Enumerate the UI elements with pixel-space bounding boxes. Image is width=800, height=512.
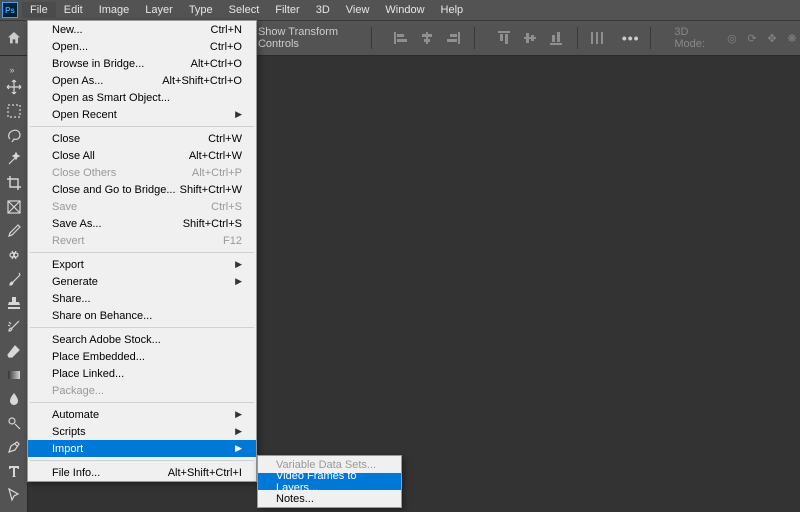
path-select-tool-icon[interactable]: [2, 484, 26, 506]
file-menu-generate[interactable]: Generate▶: [28, 273, 256, 290]
3d-mode-label: 3D Mode:: [674, 26, 714, 50]
more-options-icon[interactable]: •••: [622, 30, 640, 46]
menu-help[interactable]: Help: [433, 2, 472, 18]
gradient-tool-icon[interactable]: [2, 364, 26, 386]
menu-view[interactable]: View: [338, 2, 378, 18]
align-left-icon[interactable]: [390, 27, 412, 49]
orbit-icon[interactable]: ◎: [724, 30, 740, 46]
roll-icon[interactable]: ⟳: [744, 30, 760, 46]
stamp-tool-icon[interactable]: [2, 292, 26, 314]
divider: [650, 27, 651, 49]
file-menu-place-linked[interactable]: Place Linked...: [28, 365, 256, 382]
menu-type[interactable]: Type: [181, 2, 221, 18]
file-menu-import[interactable]: Import▶: [28, 440, 256, 457]
wand-tool-icon[interactable]: [2, 148, 26, 170]
file-menu-share[interactable]: Share...: [28, 290, 256, 307]
pen-tool-icon[interactable]: [2, 436, 26, 458]
file-menu-revert: RevertF12: [28, 232, 256, 249]
home-icon[interactable]: [4, 26, 24, 50]
file-menu-share-on-behance[interactable]: Share on Behance...: [28, 307, 256, 324]
menu-layer[interactable]: Layer: [137, 2, 181, 18]
menu-separator: [30, 126, 254, 127]
history-brush-tool-icon[interactable]: [2, 316, 26, 338]
file-menu-open-as-smart-object[interactable]: Open as Smart Object...: [28, 89, 256, 106]
pan-icon[interactable]: ✥: [764, 30, 780, 46]
file-menu-open-recent[interactable]: Open Recent▶: [28, 106, 256, 123]
file-menu-close-all[interactable]: Close AllAlt+Ctrl+W: [28, 147, 256, 164]
menu-file[interactable]: File: [22, 2, 56, 18]
file-menu-file-info[interactable]: File Info...Alt+Shift+Ctrl+I: [28, 464, 256, 481]
divider: [371, 27, 372, 49]
align-group: [390, 27, 464, 49]
file-menu-new[interactable]: New...Ctrl+N: [28, 21, 256, 38]
marquee-tool-icon[interactable]: [2, 100, 26, 122]
crop-tool-icon[interactable]: [2, 172, 26, 194]
file-menu-place-embedded[interactable]: Place Embedded...: [28, 348, 256, 365]
eyedropper-tool-icon[interactable]: [2, 220, 26, 242]
menu-window[interactable]: Window: [377, 2, 432, 18]
menu-filter[interactable]: Filter: [267, 2, 307, 18]
align-bottom-icon[interactable]: [545, 27, 567, 49]
toolbox: [0, 56, 28, 512]
heal-tool-icon[interactable]: [2, 244, 26, 266]
file-menu-close[interactable]: CloseCtrl+W: [28, 130, 256, 147]
brush-tool-icon[interactable]: [2, 268, 26, 290]
file-menu-automate[interactable]: Automate▶: [28, 406, 256, 423]
file-menu-open[interactable]: Open...Ctrl+O: [28, 38, 256, 55]
file-menu-save-as[interactable]: Save As...Shift+Ctrl+S: [28, 215, 256, 232]
align-center-h-icon[interactable]: [416, 27, 438, 49]
transform-controls-label: Show Transform Controls: [258, 26, 361, 50]
menubar: Ps FileEditImageLayerTypeSelectFilter3DV…: [0, 0, 800, 20]
file-menu-dropdown: New...Ctrl+NOpen...Ctrl+OBrowse in Bridg…: [27, 20, 257, 482]
import-video-frames-to-layers[interactable]: Video Frames to Layers...: [258, 473, 401, 490]
menu-separator: [30, 460, 254, 461]
divider: [474, 27, 475, 49]
align-right-icon[interactable]: [442, 27, 464, 49]
file-menu-close-others: Close OthersAlt+Ctrl+P: [28, 164, 256, 181]
align-middle-v-icon[interactable]: [519, 27, 541, 49]
distribute-group: [493, 27, 567, 49]
file-menu-save: SaveCtrl+S: [28, 198, 256, 215]
type-tool-icon[interactable]: [2, 460, 26, 482]
menu-separator: [30, 327, 254, 328]
divider: [577, 27, 578, 49]
3d-mode-icons: ◎ ⟳ ✥ ❋: [724, 30, 800, 46]
app-logo: Ps: [2, 2, 18, 18]
import-submenu: Variable Data Sets...Video Frames to Lay…: [257, 455, 402, 508]
file-menu-search-adobe-stock[interactable]: Search Adobe Stock...: [28, 331, 256, 348]
file-menu-export[interactable]: Export▶: [28, 256, 256, 273]
file-menu-browse-in-bridge[interactable]: Browse in Bridge...Alt+Ctrl+O: [28, 55, 256, 72]
file-menu-open-as[interactable]: Open As...Alt+Shift+Ctrl+O: [28, 72, 256, 89]
menu-select[interactable]: Select: [221, 2, 268, 18]
menu-edit[interactable]: Edit: [56, 2, 91, 18]
menu-separator: [30, 402, 254, 403]
menu-image[interactable]: Image: [91, 2, 138, 18]
eraser-tool-icon[interactable]: [2, 340, 26, 362]
expand-chevron-icon[interactable]: »: [4, 60, 20, 80]
menu-separator: [30, 252, 254, 253]
dodge-tool-icon[interactable]: [2, 412, 26, 434]
file-menu-close-and-go-to-bridge[interactable]: Close and Go to Bridge...Shift+Ctrl+W: [28, 181, 256, 198]
frame-tool-icon[interactable]: [2, 196, 26, 218]
distribute-icon[interactable]: [588, 27, 606, 49]
align-top-icon[interactable]: [493, 27, 515, 49]
menu-3d[interactable]: 3D: [308, 2, 338, 18]
file-menu-scripts[interactable]: Scripts▶: [28, 423, 256, 440]
file-menu-package: Package...: [28, 382, 256, 399]
slide-icon[interactable]: ❋: [784, 30, 800, 46]
blur-tool-icon[interactable]: [2, 388, 26, 410]
lasso-tool-icon[interactable]: [2, 124, 26, 146]
